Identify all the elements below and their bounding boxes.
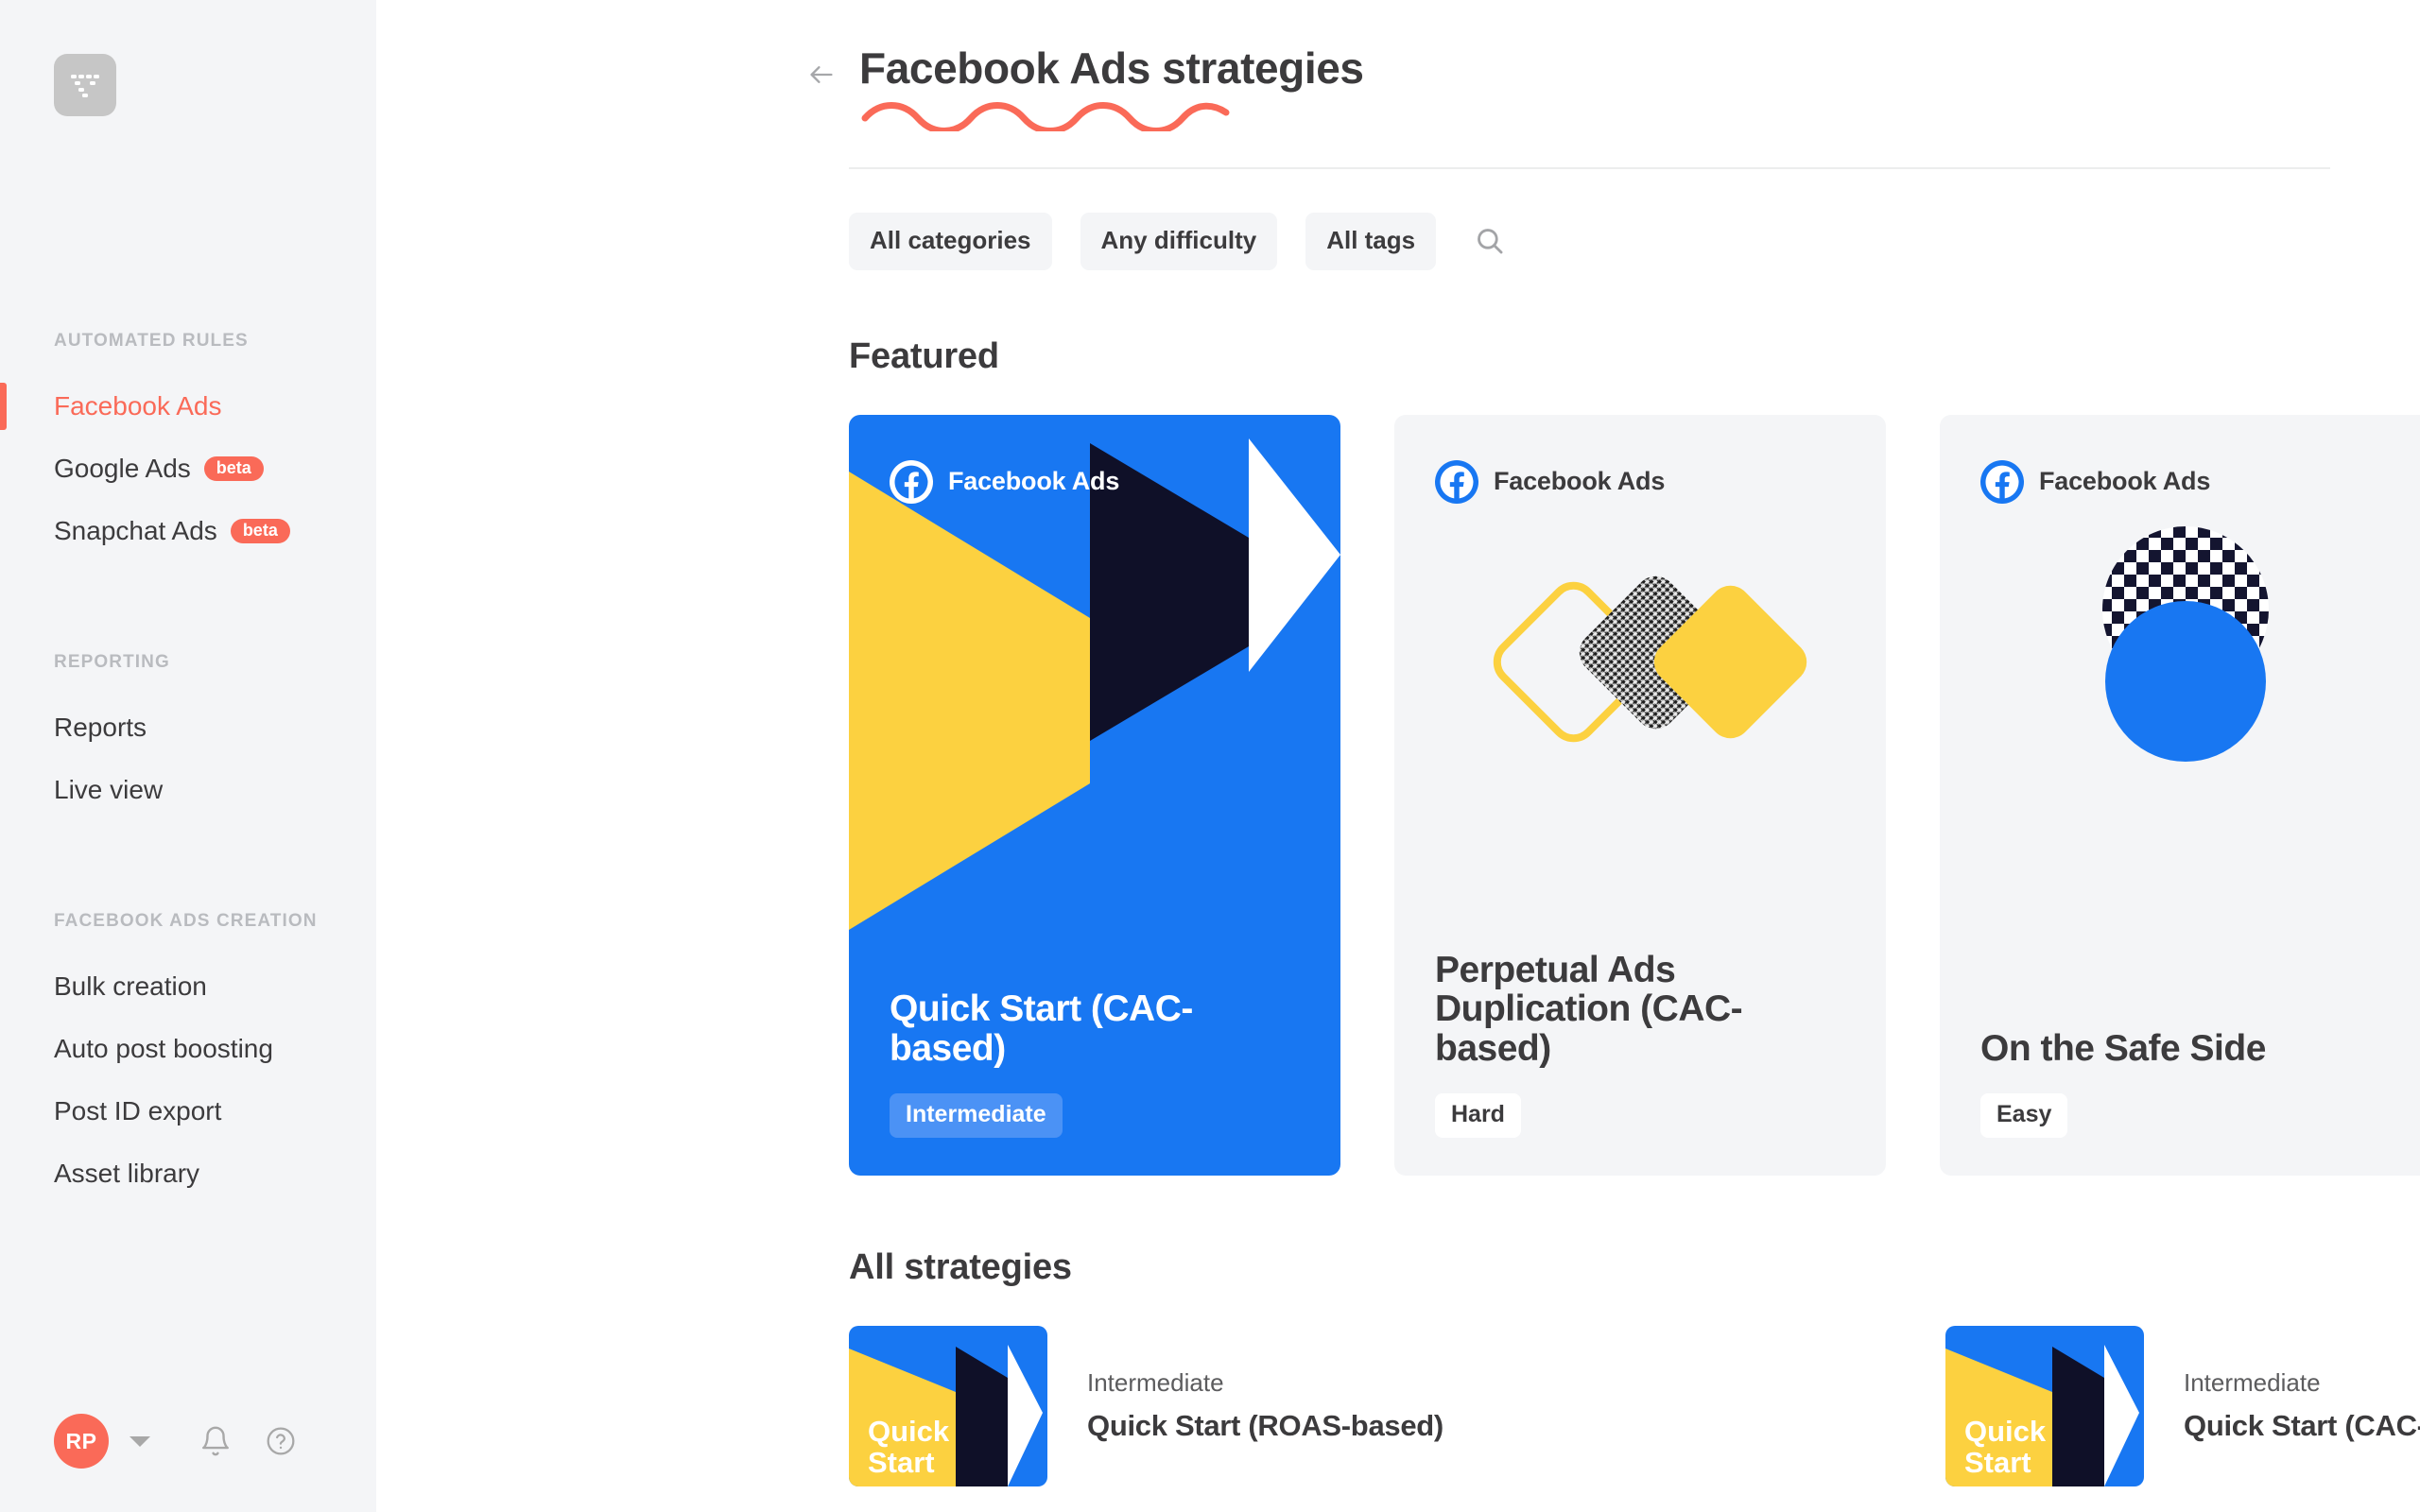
thumbnail-caption: Quick Start xyxy=(1964,1414,2047,1480)
sidebar-item-label: Google Ads xyxy=(54,454,191,483)
page-title-block: Facebook Ads strategies xyxy=(859,43,1364,131)
chevron-down-icon[interactable] xyxy=(130,1435,150,1447)
sidebar-item-label: Post ID export xyxy=(54,1096,222,1125)
card-brand: Facebook Ads xyxy=(1980,459,2211,504)
header-divider xyxy=(849,166,2330,169)
sidebar-item-label: Facebook Ads xyxy=(54,391,222,421)
thumbnail-caption-line1: Quick xyxy=(1964,1414,2047,1448)
question-circle-icon xyxy=(267,1427,295,1455)
main-content: Facebook Ads strategies All categories A… xyxy=(376,0,2420,1512)
difficulty-badge: Intermediate xyxy=(890,1092,1063,1138)
card-body: On the Safe Side Easy xyxy=(1940,1029,2420,1176)
thumbnail-caption-line1: Quick xyxy=(868,1414,950,1448)
filter-all-tags[interactable]: All tags xyxy=(1305,212,1437,270)
filter-bar: All categories Any difficulty All tags xyxy=(849,212,2420,270)
sidebar-item-label: Live view xyxy=(54,775,164,804)
strategy-thumbnail: Quick Start xyxy=(849,1325,1047,1486)
facebook-icon xyxy=(890,459,933,504)
list-item-text: Intermediate Quick Start (ROAS-based) xyxy=(1087,1368,1443,1443)
card-brand: Facebook Ads xyxy=(1435,459,1666,504)
filter-all-categories[interactable]: All categories xyxy=(849,212,1052,270)
sidebar-item-label: Asset library xyxy=(54,1159,200,1188)
back-button[interactable] xyxy=(806,62,837,92)
list-item-difficulty: Intermediate xyxy=(1087,1368,1224,1398)
thumbnail-caption-line2: Start xyxy=(1964,1446,2031,1480)
sidebar-item-bulk-creation[interactable]: Bulk creation xyxy=(0,955,376,1018)
all-strategies-column: Quick Start Intermediate Quick Start (RO… xyxy=(849,1325,1945,1486)
app-root: AUTOMATED RULES Facebook Ads Google Ads … xyxy=(0,0,2420,1512)
avatar[interactable]: RP xyxy=(54,1414,109,1469)
featured-card-perpetual-ads-duplication[interactable]: Facebook Ads Perpetual Ads Duplication (… xyxy=(1394,414,1886,1176)
card-title: Perpetual Ads Duplication (CAC-based) xyxy=(1435,949,1743,1070)
card-brand: Facebook Ads xyxy=(890,459,1120,504)
list-item[interactable]: Quick Start Intermediate Quick Start (RO… xyxy=(849,1325,1945,1486)
list-item-title: Quick Start (ROAS-based) xyxy=(1087,1409,1443,1443)
facebook-icon xyxy=(1980,459,2024,504)
help-button[interactable] xyxy=(266,1426,296,1456)
sidebar-item-snapchat-ads[interactable]: Snapchat Ads beta xyxy=(0,500,376,562)
list-item-text: Intermediate Quick Start (CAC-based) xyxy=(2184,1368,2420,1443)
card-title: Quick Start (CAC-based) xyxy=(890,988,1193,1070)
featured-cards-row: Facebook Ads Quick Start (CAC-based) Int… xyxy=(849,414,2420,1176)
card-brand-label: Facebook Ads xyxy=(1494,467,1666,496)
sidebar-item-label: Auto post boosting xyxy=(54,1034,273,1063)
sidebar-item-google-ads[interactable]: Google Ads beta xyxy=(0,438,376,500)
sidebar-item-facebook-ads[interactable]: Facebook Ads xyxy=(0,375,376,438)
card-body: Quick Start (CAC-based) Intermediate xyxy=(849,989,1340,1175)
sidebar-item-label: Bulk creation xyxy=(54,971,207,1001)
nav-group-label: REPORTING xyxy=(54,652,170,672)
featured-card-quick-start-cac[interactable]: Facebook Ads Quick Start (CAC-based) Int… xyxy=(849,414,1340,1176)
filter-any-difficulty[interactable]: Any difficulty xyxy=(1080,212,1278,270)
sidebar-item-asset-library[interactable]: Asset library xyxy=(0,1143,376,1205)
app-logo[interactable] xyxy=(54,54,116,116)
sidebar-item-post-id-export[interactable]: Post ID export xyxy=(0,1080,376,1143)
card-body: Perpetual Ads Duplication (CAC-based) Ha… xyxy=(1394,949,1886,1176)
title-squiggle-underline xyxy=(861,102,1230,131)
sidebar-footer: RP xyxy=(0,1370,376,1512)
all-strategies-grid: Quick Start Intermediate Quick Start (RO… xyxy=(849,1325,2420,1486)
thumbnail-caption-line2: Start xyxy=(868,1446,935,1480)
arrow-left-icon xyxy=(810,66,833,83)
difficulty-badge: Hard xyxy=(1435,1092,1521,1138)
title-area: Facebook Ads strategies xyxy=(806,43,2420,131)
sidebar-item-label: Reports xyxy=(54,713,147,742)
sidebar-item-live-view[interactable]: Live view xyxy=(0,759,376,821)
list-item[interactable]: Quick Start Intermediate Quick Start (CA… xyxy=(1945,1325,2420,1486)
sidebar-item-reports[interactable]: Reports xyxy=(0,696,376,759)
logo-wrapper xyxy=(0,0,376,116)
nav-group-reporting: REPORTING Reports Live view xyxy=(0,652,376,821)
sidebar-item-label: Snapchat Ads xyxy=(54,516,217,545)
card-title: On the Safe Side xyxy=(1980,1028,2266,1070)
card-brand-label: Facebook Ads xyxy=(948,467,1120,496)
nav-group-facebook-ads-creation: FACEBOOK ADS CREATION Bulk creation Auto… xyxy=(0,911,376,1205)
strategy-thumbnail: Quick Start xyxy=(1945,1325,2144,1486)
featured-card-on-the-safe-side[interactable]: Facebook Ads On the Safe Side Easy xyxy=(1940,414,2420,1176)
beta-badge: beta xyxy=(203,456,264,481)
revealbot-logo-icon xyxy=(71,75,99,97)
list-item-title: Quick Start (CAC-based) xyxy=(2184,1409,2420,1443)
difficulty-badge: Easy xyxy=(1980,1092,2068,1138)
bell-icon xyxy=(202,1426,229,1456)
search-icon xyxy=(1478,229,1503,254)
sidebar: AUTOMATED RULES Facebook Ads Google Ads … xyxy=(0,0,376,1512)
all-strategies-section-title: All strategies xyxy=(849,1246,1072,1287)
all-strategies-column: Quick Start Intermediate Quick Start (CA… xyxy=(1945,1325,2420,1486)
beta-badge: beta xyxy=(230,519,290,543)
nav-group-label: FACEBOOK ADS CREATION xyxy=(54,911,318,931)
list-item-difficulty: Intermediate xyxy=(2184,1368,2321,1398)
page-header: Facebook Ads strategies xyxy=(376,0,2420,169)
facebook-icon xyxy=(1435,459,1478,504)
notifications-button[interactable] xyxy=(199,1425,232,1457)
nav-group-automated-rules: AUTOMATED RULES Facebook Ads Google Ads … xyxy=(0,331,376,562)
sidebar-nav: AUTOMATED RULES Facebook Ads Google Ads … xyxy=(0,331,376,1370)
featured-section-title: Featured xyxy=(849,335,999,376)
nav-group-label: AUTOMATED RULES xyxy=(54,331,249,351)
thumbnail-caption: Quick Start xyxy=(868,1414,950,1480)
card-brand-label: Facebook Ads xyxy=(2039,467,2211,496)
page-title: Facebook Ads strategies xyxy=(859,43,1364,93)
search-button[interactable] xyxy=(1468,219,1512,263)
sidebar-item-auto-post-boosting[interactable]: Auto post boosting xyxy=(0,1018,376,1080)
